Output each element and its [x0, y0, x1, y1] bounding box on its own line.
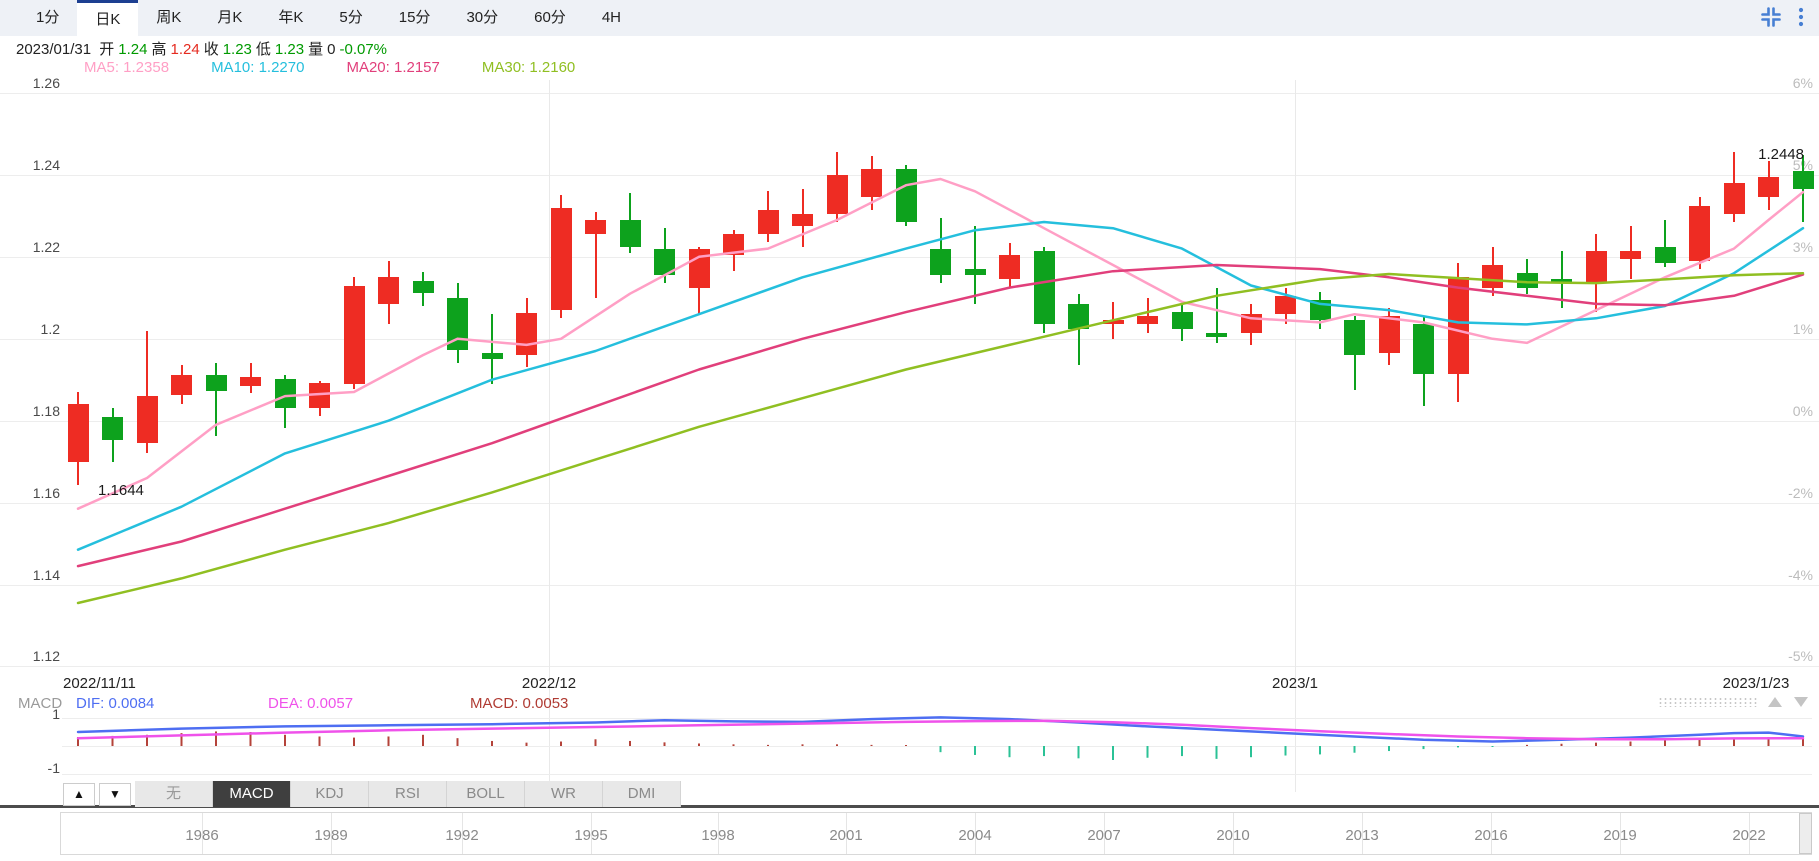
candle-body	[1137, 316, 1158, 325]
indicator-tab-macd[interactable]: MACD	[213, 781, 291, 807]
candle-body	[1654, 246, 1676, 263]
macd-dea-value: DEA: 0.0057	[268, 695, 354, 712]
candle-body	[1551, 279, 1572, 284]
candle-wick	[1146, 297, 1149, 333]
candle-wick	[974, 226, 976, 304]
indicator-tab-kdj[interactable]: KDJ	[291, 781, 369, 807]
candle-body	[1792, 170, 1814, 190]
candle-body	[205, 374, 227, 392]
candle-body	[1309, 299, 1331, 321]
candle-body	[1585, 250, 1607, 284]
candle-body	[1275, 295, 1296, 315]
candle-body	[757, 209, 779, 235]
candle-body	[102, 416, 123, 441]
candle-body	[412, 280, 434, 293]
candle-body	[792, 213, 813, 227]
high-price-annotation: 1.2448	[1758, 146, 1804, 163]
macd-axis-plus1: 1	[52, 706, 60, 722]
panel-collapse-arrow-icon[interactable]	[1794, 697, 1808, 707]
candle-body	[171, 374, 192, 396]
candle-body	[1171, 312, 1193, 329]
candle-body	[481, 353, 503, 360]
indicator-tab-dmi[interactable]: DMI	[603, 781, 681, 807]
candle-body	[67, 404, 89, 462]
panel-resize-handle[interactable]	[1658, 697, 1758, 707]
candle-body	[964, 269, 986, 276]
candle-body	[378, 277, 399, 304]
candle-body	[688, 248, 710, 288]
navigator-scroll-handle[interactable]	[1799, 813, 1812, 854]
indicator-scroll-down-button[interactable]: ▼	[99, 783, 131, 806]
indicator-bar: ▲ ▼ 无 MACD KDJ RSI BOLL WR DMI	[0, 781, 1819, 808]
macd-axis-minus1: -1	[47, 760, 60, 776]
candle-body	[343, 286, 365, 384]
candle-body	[240, 377, 261, 387]
candle-body	[1620, 250, 1641, 259]
indicator-tabs: 无 MACD KDJ RSI BOLL WR DMI	[135, 781, 681, 807]
macd-dif-value: DIF: 0.0084	[76, 695, 155, 712]
candle-body	[1758, 176, 1779, 198]
candle-body	[619, 219, 641, 247]
candle-body	[999, 254, 1020, 280]
candle-body	[1033, 250, 1055, 325]
candle-body	[723, 234, 744, 255]
candle-body	[550, 207, 572, 311]
candle-body	[1516, 273, 1538, 288]
candle-body	[1447, 277, 1469, 374]
candlestick-chart-surface[interactable]	[0, 0, 1819, 861]
candle-wick	[491, 314, 493, 384]
candle-body	[447, 297, 468, 351]
indicator-tab-wr[interactable]: WR	[525, 781, 603, 807]
candle-body	[1378, 316, 1400, 354]
candle-body	[1413, 324, 1434, 374]
candle-body	[1240, 314, 1262, 333]
candle-body	[585, 219, 606, 235]
candle-body	[274, 378, 296, 409]
panel-expand-arrow-icon[interactable]	[1768, 697, 1782, 707]
candle-body	[1482, 265, 1503, 288]
candle-body	[895, 168, 917, 222]
indicator-tab-boll[interactable]: BOLL	[447, 781, 525, 807]
candle-body	[1344, 320, 1365, 356]
macd-value: MACD: 0.0053	[470, 695, 569, 712]
indicator-tab-rsi[interactable]: RSI	[369, 781, 447, 807]
candle-body	[1206, 332, 1227, 337]
indicator-tab-无[interactable]: 无	[135, 781, 213, 807]
low-price-annotation: 1.1644	[98, 482, 144, 499]
indicator-scroll-up-button[interactable]: ▲	[63, 783, 95, 806]
candle-body	[1102, 320, 1124, 325]
candle-body	[516, 313, 537, 356]
candle-body	[826, 174, 848, 214]
candle-body	[1689, 205, 1710, 261]
candle-body	[861, 168, 882, 198]
candle-body	[1068, 303, 1089, 329]
candle-body	[930, 248, 951, 276]
kline-chart-app: 1分 日K 周K 月K 年K 5分 15分 30分 60分 4H 2023/01/31 开 1.24…	[0, 0, 1819, 861]
candle-body	[1723, 183, 1745, 214]
candle-body	[309, 382, 330, 409]
candle-body	[654, 248, 675, 276]
history-navigator[interactable]	[60, 812, 1812, 855]
candle-body	[136, 396, 158, 444]
